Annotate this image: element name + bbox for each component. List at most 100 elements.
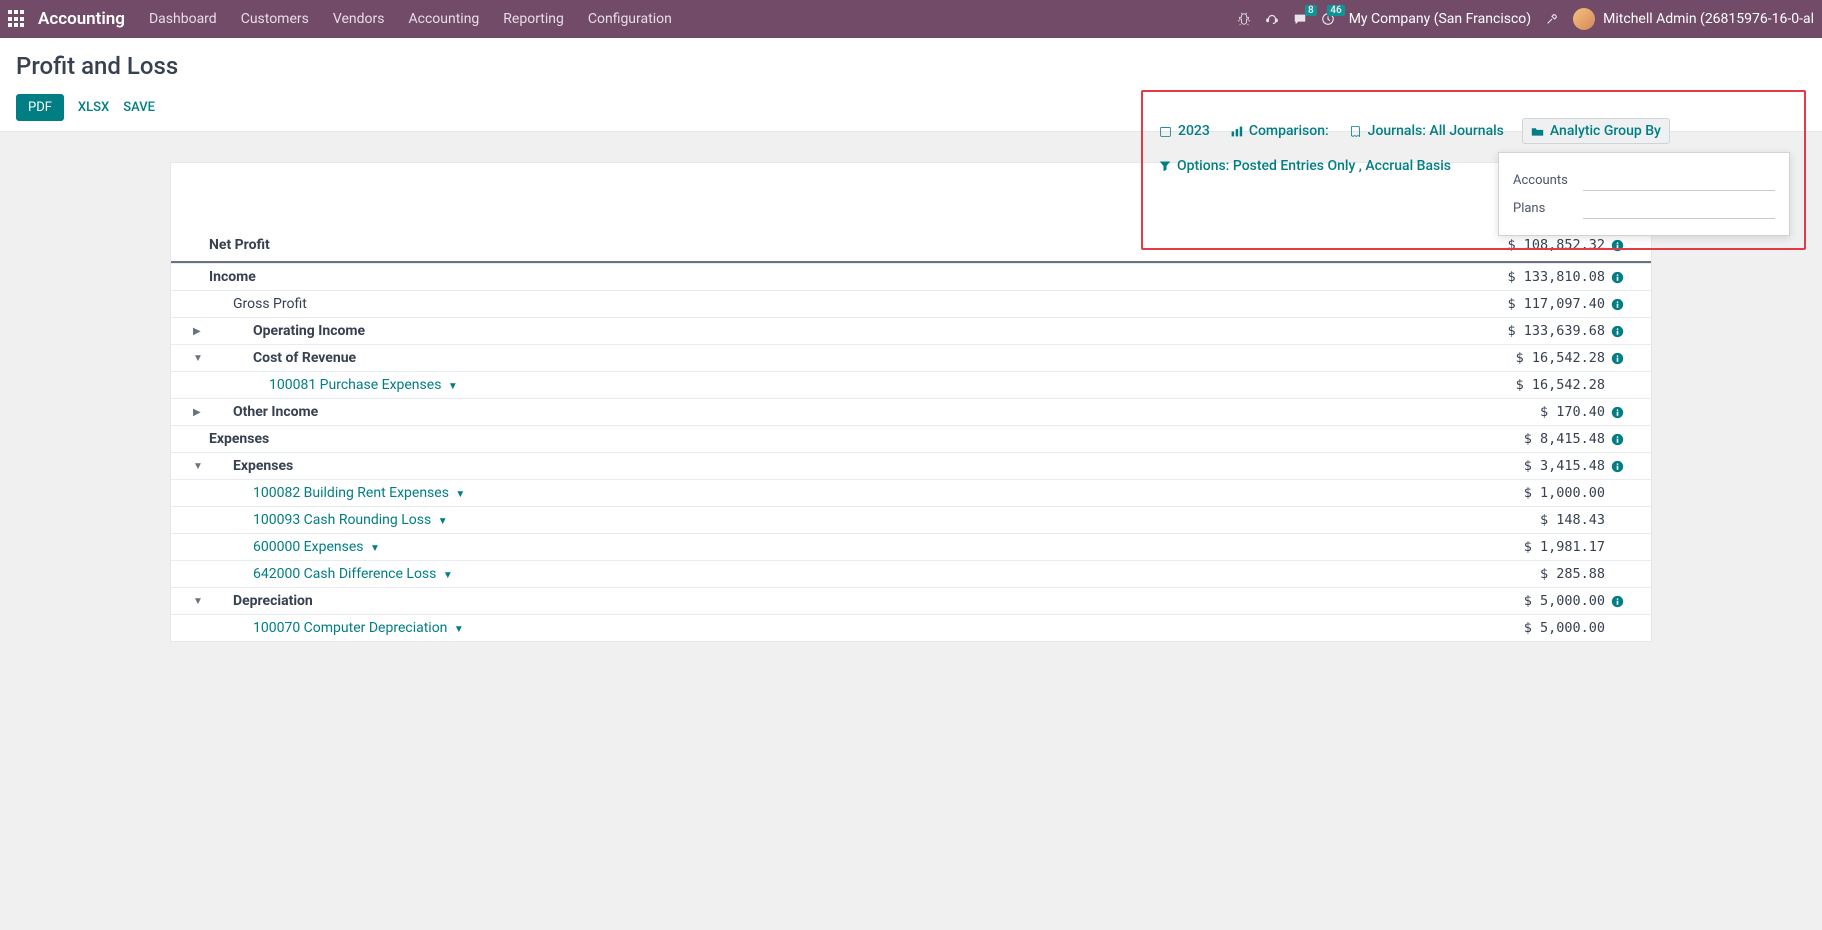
activities-icon[interactable]: 46 [1321, 11, 1335, 27]
row-amount: $ 170.40 [1475, 404, 1605, 420]
info-icon[interactable] [1605, 459, 1629, 474]
table-row: ▼Expenses$ 3,415.48 [171, 452, 1651, 479]
xlsx-button[interactable]: XLSX [78, 100, 109, 115]
table-row: 642000 Cash Difference Loss ▼$ 285.88 [171, 560, 1651, 587]
menu-customers[interactable]: Customers [241, 11, 309, 27]
folder-open-icon [1531, 125, 1544, 138]
row-amount: $ 3,415.48 [1475, 458, 1605, 474]
table-row: Income$ 133,810.08 [171, 263, 1651, 290]
row-amount: $ 1,981.17 [1475, 539, 1605, 555]
info-icon[interactable] [1605, 270, 1629, 285]
navbar-right: 8 46 My Company (San Francisco) Mitchell… [1237, 8, 1814, 30]
row-label[interactable]: 100070 Computer Depreciation ▼ [209, 620, 1475, 636]
dropdown-plans-label: Plans [1513, 201, 1573, 216]
menu-reporting[interactable]: Reporting [503, 11, 564, 27]
page-header: Profit and Loss PDF XLSX SAVE 2023 Compa… [0, 38, 1822, 132]
row-amount: $ 5,000.00 [1475, 593, 1605, 609]
table-row: 100070 Computer Depreciation ▼$ 5,000.00 [171, 614, 1651, 641]
menu-dashboard[interactable]: Dashboard [149, 11, 217, 27]
row-label[interactable]: 100082 Building Rent Expenses ▼ [209, 485, 1475, 501]
expand-caret[interactable]: ▶ [193, 407, 209, 418]
activities-badge: 46 [1327, 5, 1344, 16]
table-row: 100081 Purchase Expenses ▼$ 16,542.28 [171, 371, 1651, 398]
pdf-button[interactable]: PDF [16, 94, 64, 121]
avatar [1573, 8, 1595, 30]
row-amount: $ 133,810.08 [1475, 269, 1605, 285]
plans-input[interactable] [1583, 197, 1775, 219]
chevron-down-icon: ▼ [443, 570, 453, 581]
book-icon [1349, 125, 1362, 138]
info-icon[interactable] [1605, 324, 1629, 339]
filter-analytic-group-by[interactable]: Analytic Group By [1522, 118, 1670, 144]
row-label: Other Income [209, 404, 1475, 420]
messages-badge: 8 [1305, 5, 1317, 16]
menu-vendors[interactable]: Vendors [333, 11, 385, 27]
expand-caret[interactable]: ▼ [193, 353, 209, 364]
row-label[interactable]: 600000 Expenses ▼ [209, 539, 1475, 555]
filter-options[interactable]: Options: Posted Entries Only , Accrual B… [1157, 154, 1453, 178]
row-label: Cost of Revenue [209, 350, 1475, 366]
row-label: Gross Profit [209, 296, 1475, 312]
info-icon[interactable] [1605, 351, 1629, 366]
expand-caret[interactable]: ▼ [193, 596, 209, 607]
table-row: ▼Cost of Revenue$ 16,542.28 [171, 344, 1651, 371]
chart-icon [1230, 125, 1243, 138]
row-label[interactable]: 642000 Cash Difference Loss ▼ [209, 566, 1475, 582]
table-row: Gross Profit$ 117,097.40 [171, 290, 1651, 317]
table-row: ▶Operating Income$ 133,639.68 [171, 317, 1651, 344]
chevron-down-icon: ▼ [448, 381, 458, 392]
chevron-down-icon: ▼ [438, 516, 448, 527]
filter-comparison[interactable]: Comparison: [1228, 119, 1331, 143]
row-amount: $ 133,639.68 [1475, 323, 1605, 339]
filter-icon [1159, 160, 1171, 172]
page-title: Profit and Loss [16, 52, 1806, 80]
main-menu: Dashboard Customers Vendors Accounting R… [149, 11, 1237, 27]
app-brand[interactable]: Accounting [38, 9, 125, 29]
row-label: Depreciation [209, 593, 1475, 609]
menu-accounting[interactable]: Accounting [408, 11, 479, 27]
row-label: Expenses [209, 431, 1475, 447]
expand-caret[interactable]: ▶ [193, 326, 209, 337]
dropdown-accounts-field: Accounts [1513, 169, 1775, 191]
dropdown-accounts-label: Accounts [1513, 173, 1573, 188]
company-selector[interactable]: My Company (San Francisco) [1349, 11, 1531, 27]
table-row: Expenses$ 8,415.48 [171, 425, 1651, 452]
analytic-dropdown: Accounts Plans [1498, 152, 1790, 236]
user-name: Mitchell Admin (26815976-16-0-al [1603, 11, 1814, 27]
filter-year[interactable]: 2023 [1157, 119, 1212, 143]
accounts-input[interactable] [1583, 169, 1775, 191]
messages-icon[interactable]: 8 [1293, 11, 1307, 27]
table-row: 100093 Cash Rounding Loss ▼$ 148.43 [171, 506, 1651, 533]
bug-icon[interactable] [1237, 11, 1251, 27]
menu-configuration[interactable]: Configuration [588, 11, 672, 27]
tools-icon[interactable] [1545, 11, 1559, 27]
row-amount: $ 16,542.28 [1475, 377, 1605, 393]
info-icon[interactable] [1605, 297, 1629, 312]
row-amount: $ 117,097.40 [1475, 296, 1605, 312]
info-icon[interactable] [1605, 594, 1629, 609]
filter-journals[interactable]: Journals: All Journals [1347, 119, 1506, 143]
row-amount: $ 148.43 [1475, 512, 1605, 528]
filter-panel: 2023 Comparison: Journals: All Journals … [1141, 90, 1806, 250]
row-amount: $ 1,000.00 [1475, 485, 1605, 501]
dropdown-plans-field: Plans [1513, 197, 1775, 219]
chevron-down-icon: ▼ [455, 489, 465, 500]
row-label: Expenses [209, 458, 1475, 474]
row-label: Income [209, 269, 1475, 285]
info-icon[interactable] [1605, 432, 1629, 447]
chevron-down-icon: ▼ [370, 543, 380, 554]
table-row: 600000 Expenses ▼$ 1,981.17 [171, 533, 1651, 560]
row-amount: $ 16,542.28 [1475, 350, 1605, 366]
row-label[interactable]: 100093 Cash Rounding Loss ▼ [209, 512, 1475, 528]
apps-icon[interactable] [8, 10, 26, 28]
info-icon[interactable] [1605, 405, 1629, 420]
table-row: 100082 Building Rent Expenses ▼$ 1,000.0… [171, 479, 1651, 506]
row-label[interactable]: 100081 Purchase Expenses ▼ [209, 377, 1475, 393]
navbar: Accounting Dashboard Customers Vendors A… [0, 0, 1822, 38]
support-icon[interactable] [1265, 11, 1279, 27]
save-button[interactable]: SAVE [123, 100, 155, 115]
expand-caret[interactable]: ▼ [193, 461, 209, 472]
row-label: Operating Income [209, 323, 1475, 339]
row-amount: $ 8,415.48 [1475, 431, 1605, 447]
user-menu[interactable]: Mitchell Admin (26815976-16-0-al [1573, 8, 1814, 30]
